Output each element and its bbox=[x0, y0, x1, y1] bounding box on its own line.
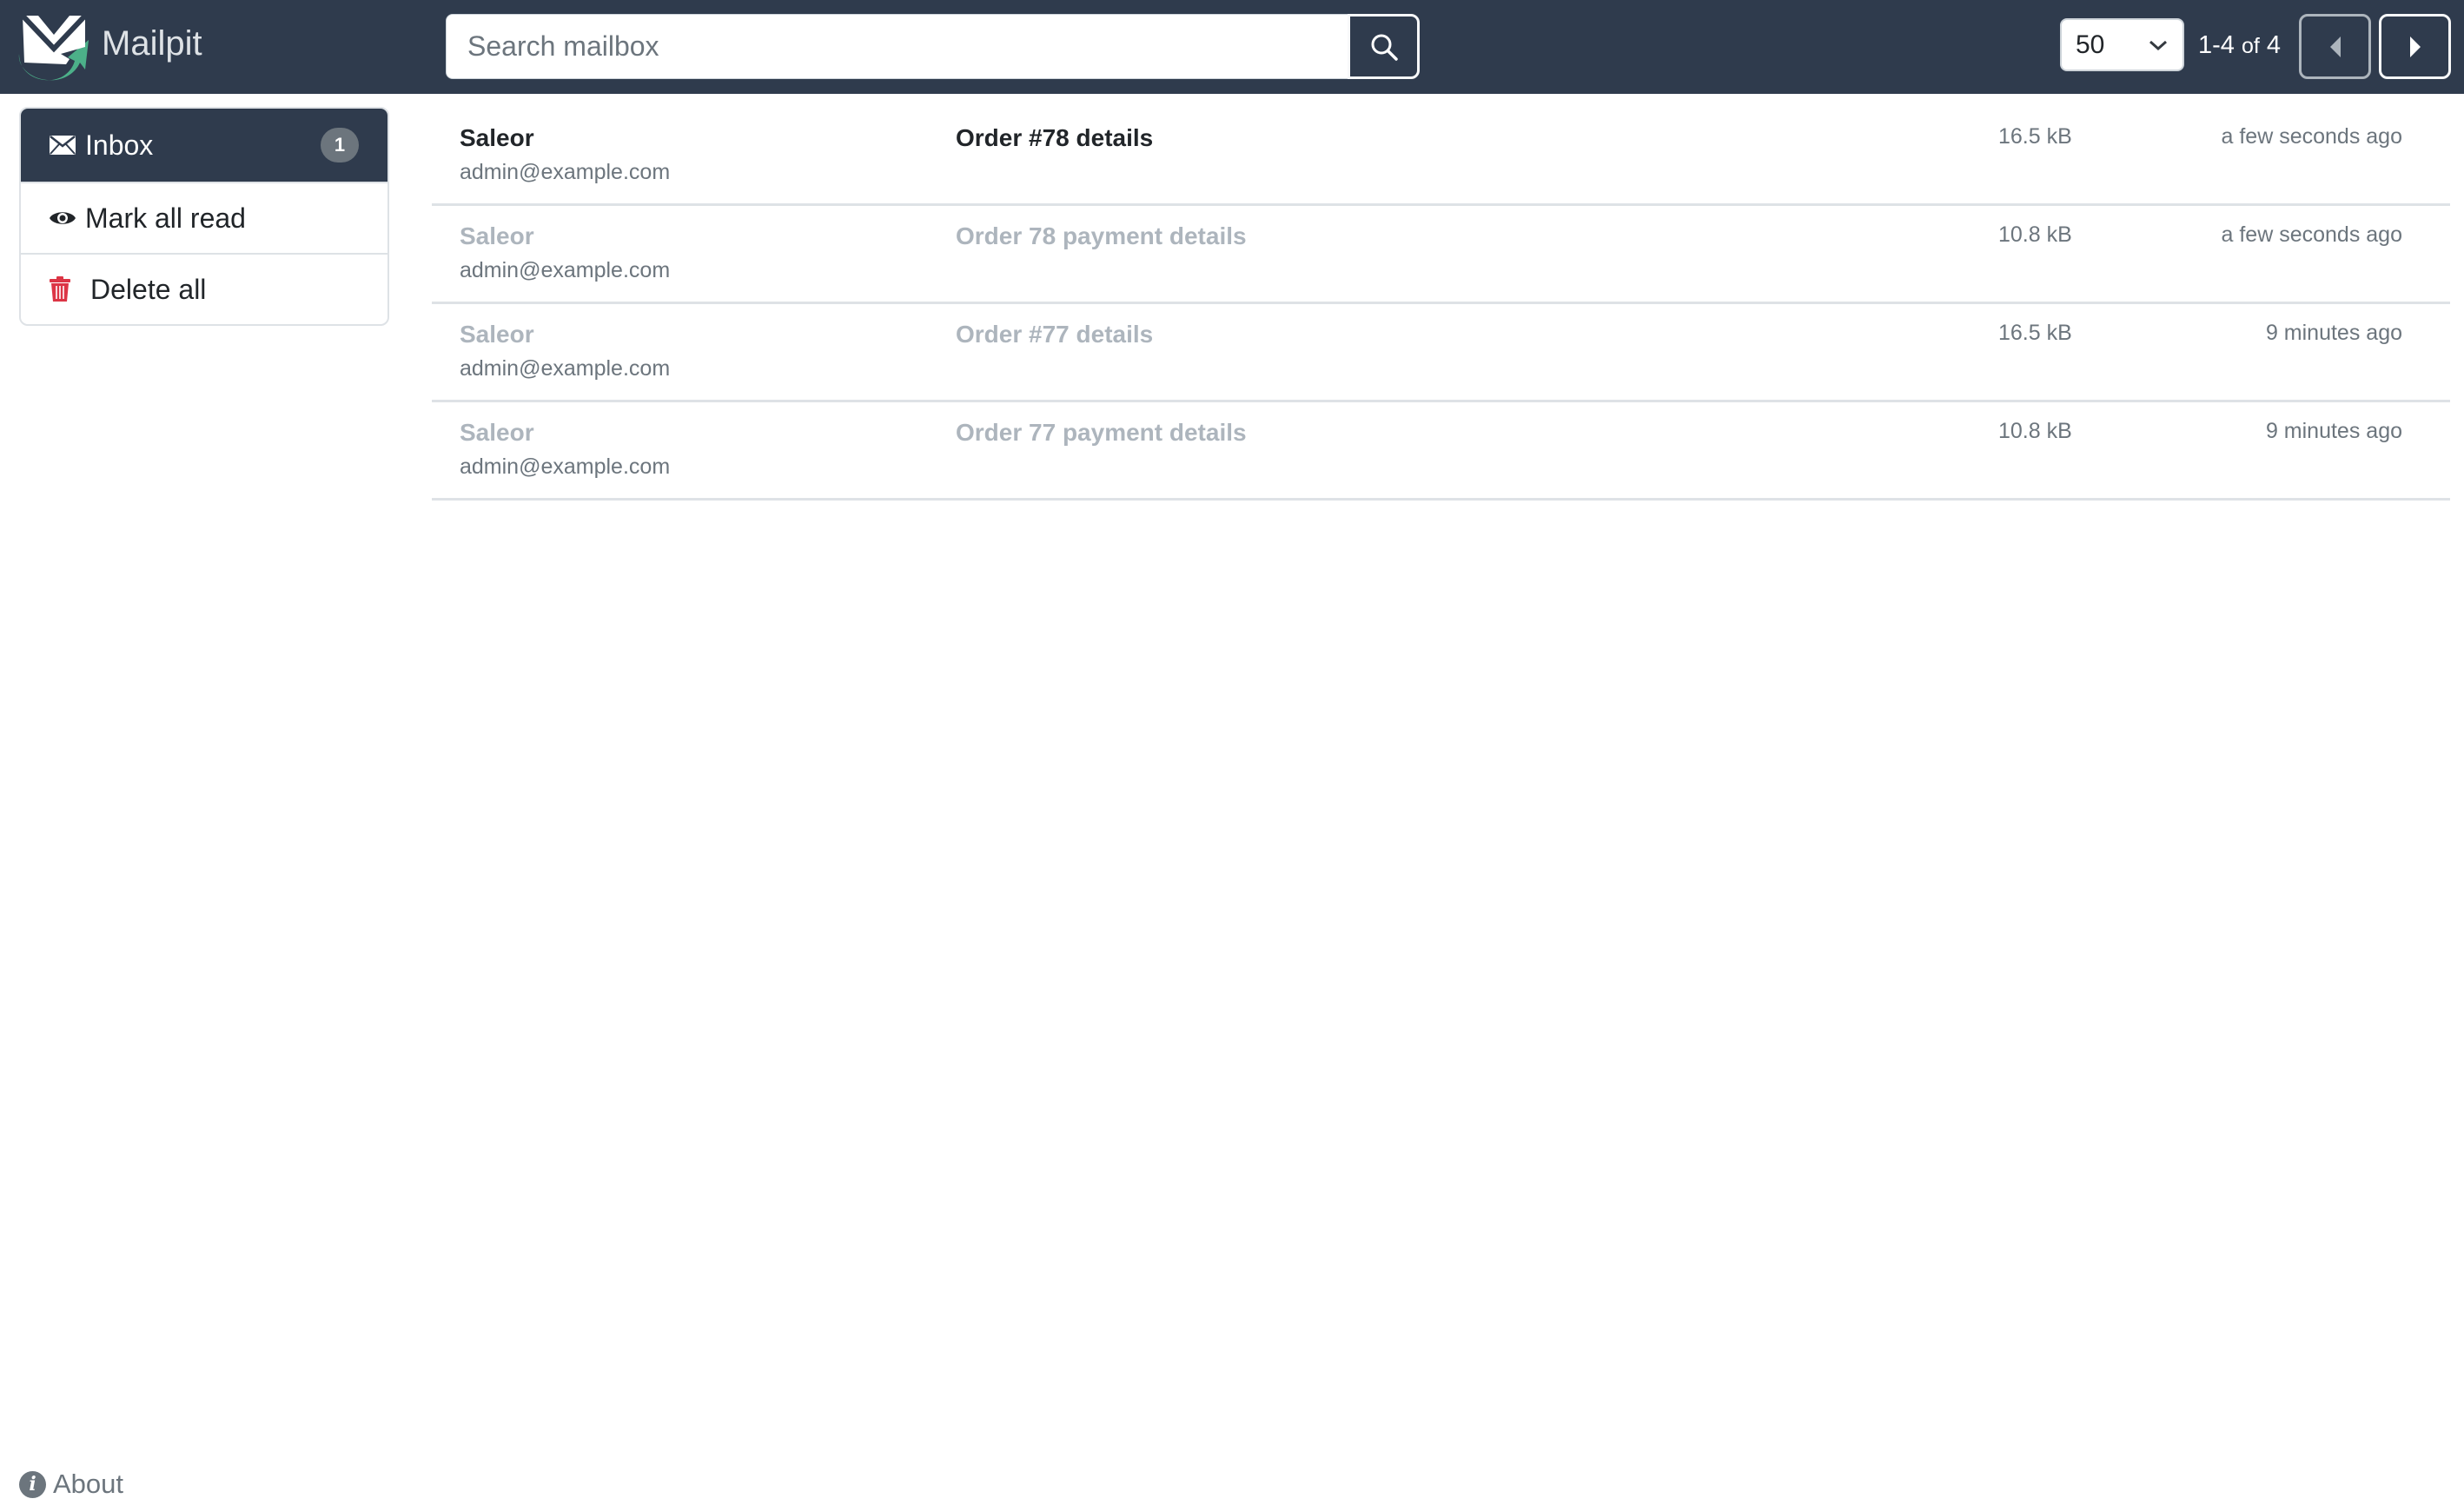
message-date: 9 minutes ago bbox=[2265, 419, 2402, 443]
sidebar-menu: Inbox 1 Mark all read Delete all bbox=[19, 107, 389, 326]
about-label: About bbox=[53, 1469, 124, 1499]
delete-all-button[interactable]: Delete all bbox=[21, 253, 387, 324]
chevron-down-icon bbox=[2149, 40, 2167, 50]
message-from-email: admin@example.com bbox=[460, 160, 671, 184]
message-size: 10.8 kB bbox=[1998, 419, 2072, 443]
caret-left-icon bbox=[2329, 36, 2341, 57]
pagination-of: of bbox=[2241, 34, 2260, 58]
message-from-name: Saleor bbox=[460, 321, 534, 348]
message-row[interactable]: Saleor admin@example.com Order 78 paymen… bbox=[432, 206, 2450, 304]
message-size: 16.5 kB bbox=[1998, 124, 2072, 149]
message-from-name: Saleor bbox=[460, 222, 534, 249]
message-list: Saleor admin@example.com Order #78 detai… bbox=[432, 108, 2450, 501]
message-date: a few seconds ago bbox=[2221, 124, 2402, 149]
about-link[interactable]: i About bbox=[19, 1469, 123, 1500]
trash-icon bbox=[49, 276, 80, 302]
per-page-select[interactable]: 50 bbox=[2060, 18, 2184, 71]
next-page-button[interactable] bbox=[2379, 14, 2451, 79]
pagination-range: 1-4 bbox=[2198, 31, 2235, 59]
message-row[interactable]: Saleor admin@example.com Order #78 detai… bbox=[432, 108, 2450, 206]
top-navbar: Mailpit 50 1-4 of 4 bbox=[0, 0, 2464, 94]
envelope-icon bbox=[49, 135, 80, 156]
message-subject: Order #77 details bbox=[956, 321, 1154, 348]
search-input[interactable] bbox=[446, 14, 1349, 79]
mailpit-logo-icon[interactable] bbox=[17, 12, 90, 82]
message-from-email: admin@example.com bbox=[460, 258, 671, 282]
sidebar-item-label: Delete all bbox=[90, 273, 207, 305]
message-row[interactable]: Saleor admin@example.com Order #77 detai… bbox=[432, 304, 2450, 402]
unread-count-badge: 1 bbox=[321, 128, 359, 162]
message-date: 9 minutes ago bbox=[2265, 321, 2402, 345]
search-button[interactable] bbox=[1348, 14, 1420, 79]
search-icon bbox=[1371, 34, 1398, 61]
sidebar-item-inbox[interactable]: Inbox 1 bbox=[21, 109, 387, 182]
previous-page-button[interactable] bbox=[2299, 14, 2371, 79]
message-from-email: admin@example.com bbox=[460, 454, 671, 479]
message-from-name: Saleor bbox=[460, 419, 534, 446]
mark-all-read-button[interactable]: Mark all read bbox=[21, 182, 387, 253]
message-size: 16.5 kB bbox=[1998, 321, 2072, 345]
message-row[interactable]: Saleor admin@example.com Order 77 paymen… bbox=[432, 402, 2450, 501]
message-size: 10.8 kB bbox=[1998, 222, 2072, 247]
eye-icon bbox=[49, 209, 80, 228]
caret-right-icon bbox=[2409, 36, 2421, 57]
info-icon: i bbox=[19, 1470, 46, 1498]
message-date: a few seconds ago bbox=[2221, 222, 2402, 247]
pagination-total: 4 bbox=[2266, 31, 2282, 59]
message-subject: Order 77 payment details bbox=[956, 419, 1247, 446]
pagination-summary: 1-4 of 4 bbox=[2198, 26, 2281, 65]
per-page-value: 50 bbox=[2076, 30, 2105, 59]
message-from-name: Saleor bbox=[460, 124, 534, 151]
message-subject: Order #78 details bbox=[956, 124, 1154, 151]
message-subject: Order 78 payment details bbox=[956, 222, 1247, 249]
app-brand[interactable]: Mailpit bbox=[102, 21, 202, 66]
sidebar-item-label: Inbox bbox=[85, 129, 154, 161]
message-from-email: admin@example.com bbox=[460, 356, 671, 381]
sidebar-item-label: Mark all read bbox=[85, 202, 246, 234]
search-form bbox=[446, 14, 1420, 79]
